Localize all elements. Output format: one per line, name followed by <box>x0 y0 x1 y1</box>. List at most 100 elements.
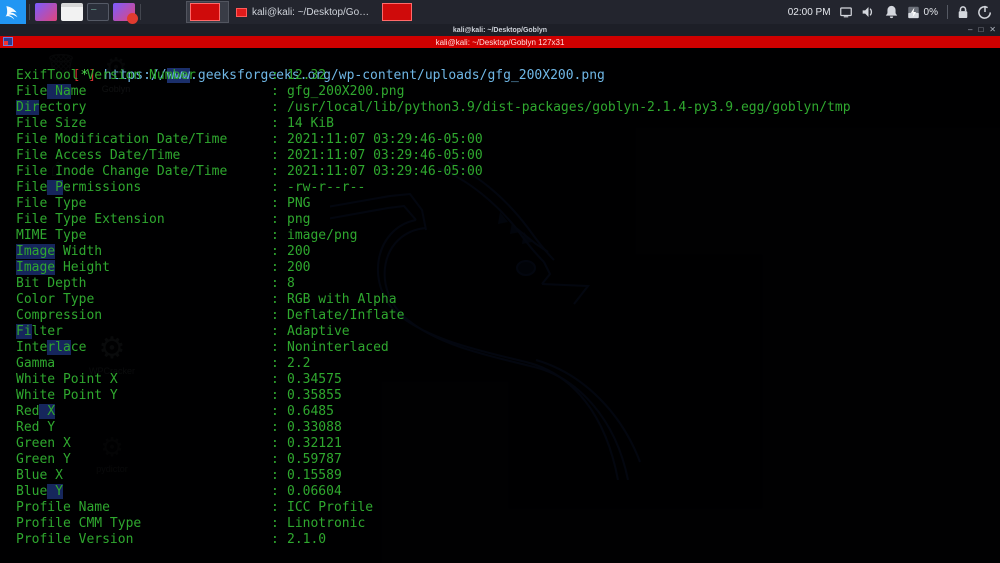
exif-separator: : <box>271 532 279 547</box>
terminal-output[interactable]: [*] https://www.geeksforgeeks.org/wp-con… <box>0 48 1000 563</box>
exif-row: File Type: PNG <box>0 196 1000 212</box>
exif-row: Gamma:2.2 <box>0 356 1000 372</box>
exif-value: png <box>287 212 311 227</box>
exif-row: White Point Y:0.35855 <box>0 388 1000 404</box>
terminal-tabbar[interactable]: kali@kali: ~/Desktop/Goblyn 127x31 <box>0 36 1000 48</box>
exif-separator: : <box>271 180 279 195</box>
kali-menu-button[interactable] <box>0 0 26 24</box>
text-selection: Na <box>47 84 71 99</box>
bell-icon[interactable] <box>885 5 898 19</box>
clock[interactable]: 02:00 PM <box>788 7 831 18</box>
terminal-tab-title: kali@kali: ~/Desktop/Goblyn 127x31 <box>435 37 565 47</box>
battery-indicator[interactable]: 0% <box>907 5 938 19</box>
exif-separator: : <box>271 100 279 115</box>
tray-divider <box>947 5 948 19</box>
exif-key: Profile Name <box>16 500 110 515</box>
exif-row: Profile CMM Type: Linotronic <box>0 516 1000 532</box>
exif-key: Image Width <box>16 244 103 259</box>
exif-key: White Point X <box>16 372 118 387</box>
exif-row: Blue X:0.15589 <box>0 468 1000 484</box>
exif-row: File Access Date/Time:2021:11:07 03:29:4… <box>0 148 1000 164</box>
exif-value: 12.32 <box>287 68 327 83</box>
exif-value: 14 KiB <box>287 116 334 131</box>
exif-row: Filter: Adaptive <box>0 324 1000 340</box>
window-title: kali@kali: ~/Desktop/Goblyn <box>452 26 548 34</box>
maximize-button[interactable]: □ <box>978 26 983 34</box>
exif-row: File Type Extension: png <box>0 212 1000 228</box>
speaker-icon[interactable] <box>861 5 876 19</box>
exif-separator: : <box>271 292 279 307</box>
exif-value: 0.34575 <box>287 372 342 387</box>
exif-key: File Name <box>16 84 87 99</box>
launcher-root-terminal[interactable] <box>87 1 109 21</box>
exif-row: Red Y:0.33088 <box>0 420 1000 436</box>
exif-key: File Size <box>16 116 87 131</box>
battery-charging-icon <box>907 6 919 19</box>
exif-value: Deflate/Inflate <box>287 308 405 323</box>
kali-dragon-logo-icon <box>5 5 17 20</box>
exif-key: File Inode Change Date/Time <box>16 164 228 179</box>
exif-row: File Modification Date/Time:2021:11:07 0… <box>0 132 1000 148</box>
exif-key: Red Y <box>16 420 56 435</box>
exif-separator: : <box>271 372 279 387</box>
exif-row: Blue Y:0.06604 <box>0 484 1000 500</box>
exif-separator: : <box>271 500 279 515</box>
exif-value: 8 <box>287 276 295 291</box>
text-selection: X <box>39 404 56 419</box>
exif-row: Directory: /usr/local/lib/python3.9/dist-… <box>0 100 1000 116</box>
exif-separator: : <box>271 132 279 147</box>
exif-key: White Point Y <box>16 388 118 403</box>
close-button[interactable]: ✕ <box>989 26 996 34</box>
exif-separator: : <box>271 84 279 99</box>
exif-key: Profile Version <box>16 532 134 547</box>
exif-key: Blue X <box>16 468 63 483</box>
window-titlebar[interactable]: kali@kali: ~/Desktop/Goblyn – □ ✕ <box>0 24 1000 36</box>
lock-icon[interactable] <box>957 5 969 19</box>
exif-value: ICC Profile <box>287 500 374 515</box>
exif-key: Image Height <box>16 260 110 275</box>
exif-value: 200 <box>287 260 311 275</box>
exif-separator: : <box>271 324 279 339</box>
exif-key: Directory <box>16 100 87 115</box>
exif-separator: : <box>271 308 279 323</box>
exif-separator: : <box>271 420 279 435</box>
exif-row: File Size:14 KiB <box>0 116 1000 132</box>
exif-value: PNG <box>287 196 311 211</box>
screen: 🗑 Trash ⚙ Goblyn ⌂ Home ⚙ WPCracker ⚙ py… <box>0 0 1000 563</box>
exif-value: 0.6485 <box>287 404 334 419</box>
exif-row: File Permissions: -rw-r--r-- <box>0 180 1000 196</box>
exif-separator: : <box>271 212 279 227</box>
exif-separator: : <box>271 452 279 467</box>
launcher-file-manager[interactable] <box>61 3 83 21</box>
minimize-button[interactable]: – <box>968 26 972 34</box>
exif-row: Color Type: RGB with Alpha <box>0 292 1000 308</box>
exif-key: Green X <box>16 436 71 451</box>
exif-separator: : <box>271 516 279 531</box>
exif-value: Adaptive <box>287 324 350 339</box>
exif-row: Profile Version:2.1.0 <box>0 532 1000 548</box>
text-selection: Image <box>16 244 56 259</box>
window-button-thumb-2[interactable] <box>379 1 420 23</box>
terminal-icon <box>236 7 247 17</box>
launcher-terminal[interactable] <box>35 3 57 21</box>
exif-value: /usr/local/lib/python3.9/dist-packages/g… <box>287 100 851 115</box>
text-selection: rla <box>47 340 71 355</box>
exif-row: Image Width:200 <box>0 244 1000 260</box>
exif-row: Bit Depth:8 <box>0 276 1000 292</box>
window-button-goblyn[interactable]: kali@kali: ~/Desktop/Go… <box>229 1 379 23</box>
exif-separator: : <box>271 244 279 259</box>
exif-separator: : <box>271 388 279 403</box>
exif-separator: : <box>271 356 279 371</box>
terminal-icon <box>382 3 412 21</box>
window-button-thumb[interactable] <box>186 1 229 23</box>
exif-row: File Inode Change Date/Time:2021:11:07 0… <box>0 164 1000 180</box>
display-icon[interactable] <box>839 6 852 18</box>
logout-icon[interactable] <box>978 5 992 19</box>
text-selection: Dir <box>16 100 40 115</box>
exif-value: 200 <box>287 244 311 259</box>
exif-row: Compression: Deflate/Inflate <box>0 308 1000 324</box>
exif-key: File Access Date/Time <box>16 148 181 163</box>
exif-value: 2021:11:07 03:29:46-05:00 <box>287 148 483 163</box>
launcher-burp-suite[interactable] <box>113 3 138 24</box>
exif-key: Green Y <box>16 452 71 467</box>
